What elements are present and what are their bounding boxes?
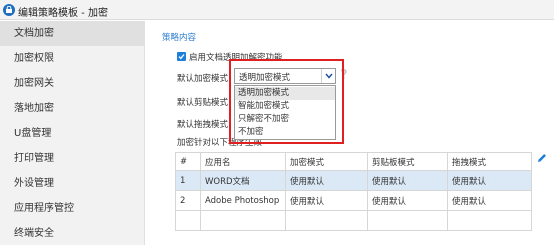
section-title: 策略内容: [162, 33, 197, 43]
title-bar: 编辑策略模板 - 加密: [0, 0, 554, 20]
sidebar-item-encryption-permissions[interactable]: 加密权限: [0, 46, 145, 71]
column-header-index[interactable]: #: [175, 152, 201, 171]
cell-app-name: Adobe Photoshop: [200, 190, 286, 211]
table-row-empty: [175, 210, 532, 231]
cell-empty: [285, 210, 368, 231]
sidebar-item-doc-encryption[interactable]: 文档加密: [0, 21, 145, 46]
drag-mode-label: 默认拖拽模式: [177, 120, 229, 130]
annotation-highlight-box: [229, 59, 344, 144]
cell-drag-mode: 使用默认: [447, 170, 532, 191]
cell-empty: [200, 210, 286, 231]
table-header-row: # 应用名 加密模式 剪贴板模式 拖拽模式: [175, 152, 532, 171]
column-header-app-name[interactable]: 应用名: [200, 152, 286, 171]
sidebar-item-endpoint-security[interactable]: 终端安全: [0, 221, 145, 245]
cell-empty: [367, 210, 448, 231]
cell-drag-mode: 使用默认: [447, 190, 532, 211]
apps-table: # 应用名 加密模式 剪贴板模式 拖拽模式 1 WORD文档 使用默认 使用默认…: [175, 152, 532, 231]
edit-pencil-icon[interactable]: [536, 152, 548, 167]
column-header-clipboard-mode[interactable]: 剪贴板模式: [367, 152, 448, 171]
sidebar-nav: 文档加密 加密权限 加密网关 落地加密 U盘管理 打印管理 外设管理 应用程序管…: [0, 21, 145, 245]
encrypt-mode-label: 默认加密模式: [177, 74, 229, 84]
app-icon: [3, 4, 15, 16]
checkmark-icon: [178, 54, 185, 60]
cell-empty: [447, 210, 532, 231]
window-title: 编辑策略模板 - 加密: [18, 8, 108, 19]
sidebar-item-app-control[interactable]: 应用程序管控: [0, 196, 145, 221]
sidebar-item-landing-encryption[interactable]: 落地加密: [0, 96, 145, 121]
cell-clipboard-mode: 使用默认: [367, 190, 448, 211]
clipboard-mode-label: 默认剪贴模式: [177, 98, 229, 108]
cell-index: 2: [175, 190, 201, 211]
cell-clipboard-mode: 使用默认: [367, 170, 448, 191]
table-row[interactable]: 1 WORD文档 使用默认 使用默认 使用默认: [175, 170, 532, 191]
cell-empty: [175, 210, 201, 231]
sidebar-item-usb-management[interactable]: U盘管理: [0, 121, 145, 146]
column-header-encrypt-mode[interactable]: 加密模式: [285, 152, 368, 171]
cell-index: 1: [175, 170, 201, 191]
column-header-drag-mode[interactable]: 拖拽模式: [447, 152, 532, 171]
table-row[interactable]: 2 Adobe Photoshop 使用默认 使用默认 使用默认: [175, 190, 532, 211]
sidebar-item-print-management[interactable]: 打印管理: [0, 146, 145, 171]
cell-encrypt-mode: 使用默认: [285, 190, 368, 211]
sidebar-item-peripheral-management[interactable]: 外设管理: [0, 171, 145, 196]
cell-app-name: WORD文档: [200, 170, 286, 191]
cell-encrypt-mode: 使用默认: [285, 170, 368, 191]
enable-encryption-checkbox[interactable]: [177, 52, 186, 61]
sidebar-item-encryption-gateway[interactable]: 加密网关: [0, 71, 145, 96]
